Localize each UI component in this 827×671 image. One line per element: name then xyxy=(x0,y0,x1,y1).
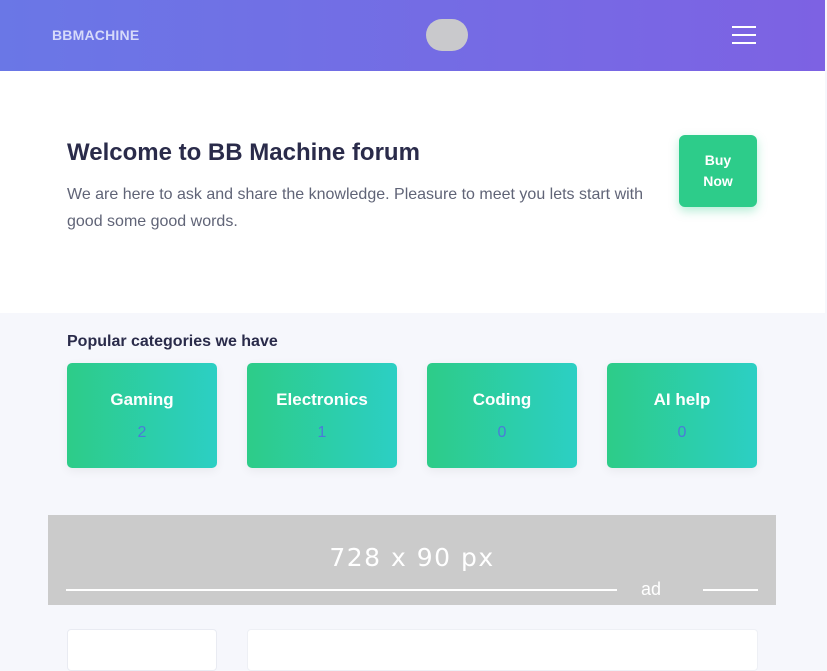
categories-heading: Popular categories we have xyxy=(67,333,278,350)
category-card-electronics[interactable]: Electronics 1 xyxy=(247,363,397,468)
main-content-panel xyxy=(247,629,758,671)
category-card-gaming[interactable]: Gaming 2 xyxy=(67,363,217,468)
nav-toggle-pill[interactable] xyxy=(426,19,468,51)
ad-size-text: 728 x 90 px xyxy=(329,543,495,572)
category-count: 0 xyxy=(497,424,507,441)
sidebar-panel xyxy=(67,629,217,671)
ad-divider-line xyxy=(703,589,758,591)
category-name: Coding xyxy=(472,390,532,409)
ad-label: ad xyxy=(641,579,662,599)
category-name: AI help xyxy=(653,390,711,409)
buy-now-button[interactable]: Buy Now xyxy=(679,135,757,207)
brand-logo-text[interactable]: BBMACHINE xyxy=(52,27,139,43)
category-name: Gaming xyxy=(110,390,174,409)
hero-section: Welcome to BB Machine forum We are here … xyxy=(0,71,825,313)
category-card-ai-help[interactable]: AI help 0 xyxy=(607,363,757,468)
category-count: 2 xyxy=(137,424,147,441)
page-title: Welcome to BB Machine forum xyxy=(67,139,420,166)
ad-divider-line xyxy=(66,589,617,591)
category-count: 0 xyxy=(677,424,687,441)
category-card-coding[interactable]: Coding 0 xyxy=(427,363,577,468)
hamburger-menu-icon[interactable] xyxy=(732,26,756,44)
top-navbar: BBMACHINE xyxy=(0,0,825,71)
category-count: 1 xyxy=(317,424,327,441)
category-name: Electronics xyxy=(276,390,368,409)
hero-description: We are here to ask and share the knowled… xyxy=(67,186,644,230)
ad-banner[interactable]: 728 x 90 px ad xyxy=(48,515,776,605)
